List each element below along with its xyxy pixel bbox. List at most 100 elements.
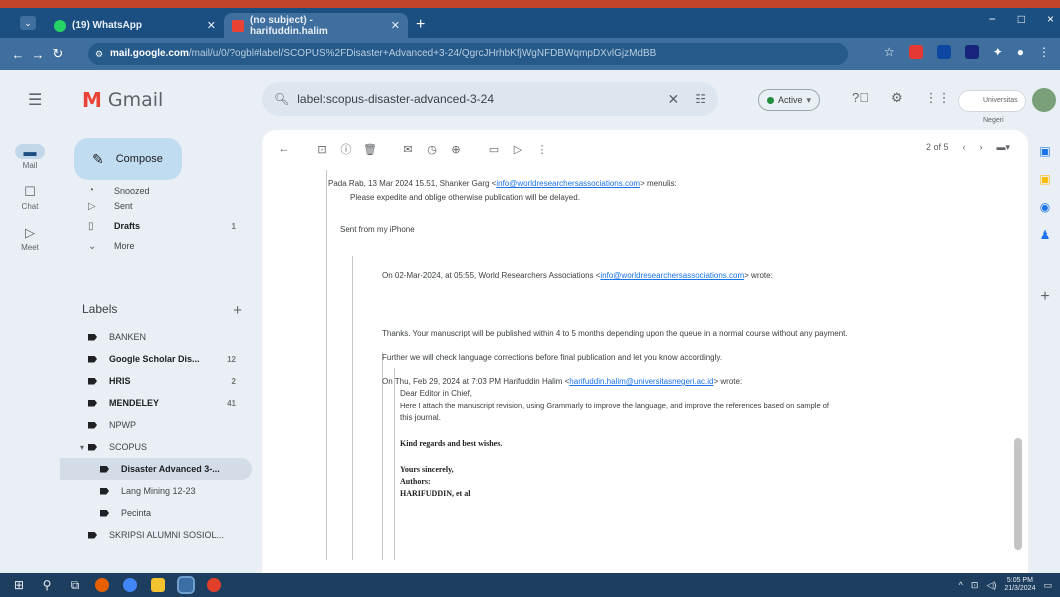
add-addon-icon[interactable]: + <box>1030 288 1060 306</box>
notifications-icon[interactable]: ▭ <box>1043 580 1052 591</box>
main-menu-icon[interactable]: ☰ <box>28 90 42 110</box>
more-options-icon[interactable]: ⋮ <box>530 143 554 156</box>
keep-icon[interactable]: ▣ <box>1030 172 1060 186</box>
status-selector[interactable]: Active ▾ <box>758 89 821 111</box>
extensions-puzzle-icon[interactable]: ✦ <box>993 45 1003 59</box>
tasks-icon[interactable]: ◉ <box>1030 200 1060 214</box>
chevron-down-icon[interactable]: ▾ <box>80 443 84 452</box>
extension-red-icon[interactable] <box>908 45 923 59</box>
search-input[interactable] <box>297 92 660 106</box>
file-explorer-icon[interactable] <box>151 578 165 592</box>
rail-meet[interactable]: ▷ Meet <box>0 225 60 252</box>
snooze-icon[interactable]: ◷ <box>420 143 444 156</box>
move-to-icon[interactable]: ▭ <box>482 143 506 156</box>
archive-icon[interactable]: ⊡ <box>310 143 334 156</box>
browser-menu-icon[interactable]: ⋮ <box>1038 45 1050 59</box>
gmail-header: ☰ M Gmail 🔍︎ ✕ ☷ Active ▾ ?⃝ ⚙ ⋮⋮ Univer… <box>0 70 1060 130</box>
search-icon[interactable]: 🔍︎ <box>274 92 289 106</box>
maximize-button[interactable]: □ <box>1018 12 1025 26</box>
sidebar-item-label: More <box>114 241 135 251</box>
chevron-left-icon[interactable]: ‹ <box>962 142 965 153</box>
url-bar[interactable]: ⚙ mail.google.com/mail/u/0/?ogbl#label/S… <box>88 43 848 65</box>
sidebar-label-item-selected[interactable]: Disaster Advanced 3-... <box>60 458 252 480</box>
url-host: mail.google.com <box>110 48 189 59</box>
sidebar-item-drafts[interactable]: ▯ Drafts 1 <box>60 216 260 236</box>
delete-icon[interactable]: 🗑︎ <box>358 143 382 156</box>
add-label-icon[interactable]: + <box>233 302 242 319</box>
rail-label: Chat <box>21 202 39 211</box>
sidebar-label-item[interactable]: Google Scholar Dis... 12 <box>60 348 260 370</box>
close-icon[interactable]: ✕ <box>391 19 400 32</box>
contacts-icon[interactable]: ♟ <box>1030 228 1060 242</box>
report-spam-icon[interactable]: ⓘ <box>334 141 358 157</box>
sidebar-item-snoozed[interactable]: ◔ Snoozed <box>60 184 260 196</box>
chevron-right-icon[interactable]: › <box>979 142 982 153</box>
app-icon[interactable] <box>177 576 195 594</box>
apps-grid-icon[interactable]: ⋮⋮ <box>925 90 951 106</box>
task-view-icon[interactable]: ⧉ <box>62 578 88 593</box>
bookmark-star-icon[interactable]: ☆ <box>884 45 895 59</box>
volume-icon[interactable]: ◁) <box>986 580 996 591</box>
sidebar-item-more[interactable]: ⌄ More <box>60 236 260 256</box>
scrollbar-thumb[interactable] <box>1014 438 1022 550</box>
sidebar-label-item[interactable]: HRIS 2 <box>60 370 260 392</box>
tab-search-icon[interactable]: ⌄ <box>20 16 36 30</box>
sidebar-label-item[interactable]: BANKEN <box>60 326 260 348</box>
back-arrow-icon[interactable]: ← <box>272 143 296 155</box>
labels-header: Labels + <box>82 302 242 319</box>
site-info-icon[interactable]: ⚙ <box>95 43 103 65</box>
pagination: 2 of 5 ‹ › ▬▾ <box>926 142 1010 153</box>
email-link[interactable]: harifuddin.halim@universitasnegeri.ac.id <box>569 377 713 386</box>
settings-gear-icon[interactable]: ⚙ <box>891 90 903 106</box>
app-icon[interactable] <box>207 578 221 592</box>
compose-button[interactable]: ✎ Compose <box>74 138 182 180</box>
network-icon[interactable]: ⊡ <box>971 580 979 591</box>
sidebar-label-item[interactable]: SKRIPSI ALUMNI SOSIOL... <box>60 524 260 546</box>
clock-date: 21/3/2024 <box>1004 585 1036 592</box>
tab-gmail[interactable]: (no subject) - harifuddin.halim ✕ <box>224 13 408 38</box>
keyboard-icon[interactable]: ▬▾ <box>996 142 1010 153</box>
label-icon[interactable]: ▷ <box>506 143 530 156</box>
close-window-button[interactable]: × <box>1047 12 1054 26</box>
count-badge: 1 <box>231 221 236 231</box>
start-windows-icon[interactable]: ⊞ <box>6 578 32 592</box>
account-org-badge[interactable]: Universitas Negeri <box>958 90 1026 124</box>
clear-search-icon[interactable]: ✕ <box>668 91 680 108</box>
reload-icon[interactable]: ↻ <box>48 46 68 62</box>
account-avatar[interactable] <box>1032 88 1056 112</box>
email-link[interactable]: info@worldresearchersassociations.com <box>600 271 744 280</box>
sidebar-label-item[interactable]: MENDELEY 41 <box>60 392 260 414</box>
new-tab-button[interactable]: + <box>416 16 425 34</box>
close-icon[interactable]: ✕ <box>207 19 216 32</box>
search-icon[interactable]: ⚲ <box>34 578 60 592</box>
sidebar-item-sent[interactable]: ▷ Sent <box>60 196 260 216</box>
profile-avatar-icon[interactable]: ● <box>1017 45 1024 59</box>
back-arrow-icon[interactable]: ← <box>8 47 28 62</box>
mark-unread-icon[interactable]: ✉ <box>396 143 420 156</box>
gmail-logo[interactable]: M Gmail <box>82 88 163 112</box>
clock[interactable]: 5:05 PM 21/3/2024 <box>1004 577 1035 593</box>
sidebar-label-item[interactable]: NPWP <box>60 414 260 436</box>
help-icon[interactable]: ?⃝ <box>852 90 869 106</box>
rail-chat[interactable]: ☐ Chat <box>0 184 60 211</box>
firefox-icon[interactable] <box>95 578 109 592</box>
label-tag-icon <box>88 399 97 407</box>
extension-dark-icon[interactable] <box>964 45 979 59</box>
add-task-icon[interactable]: ⊕ <box>444 143 468 156</box>
tab-title: (19) WhatsApp <box>72 20 142 31</box>
tab-whatsapp[interactable]: (19) WhatsApp ✕ <box>46 13 224 38</box>
search-options-icon[interactable]: ☷ <box>695 92 706 106</box>
sidebar-label-item[interactable]: ▾ SCOPUS <box>60 436 260 458</box>
sidebar-label-item[interactable]: Pecinta <box>60 502 260 524</box>
quote-bar <box>326 170 327 560</box>
minimize-button[interactable]: − <box>989 12 996 26</box>
label-name: HRIS <box>109 376 131 386</box>
rail-mail[interactable]: ▬ Mail <box>0 144 60 170</box>
chrome-icon[interactable] <box>123 578 137 592</box>
sidebar-label-item[interactable]: Lang Mining 12-23 <box>60 480 260 502</box>
calendar-icon[interactable]: ▣ <box>1030 144 1060 158</box>
forward-arrow-icon[interactable]: → <box>28 47 48 62</box>
extension-blue-icon[interactable] <box>936 45 951 59</box>
email-link[interactable]: info@worldresearchersassociations.com <box>496 179 640 188</box>
chevron-up-icon[interactable]: ^ <box>959 580 963 590</box>
